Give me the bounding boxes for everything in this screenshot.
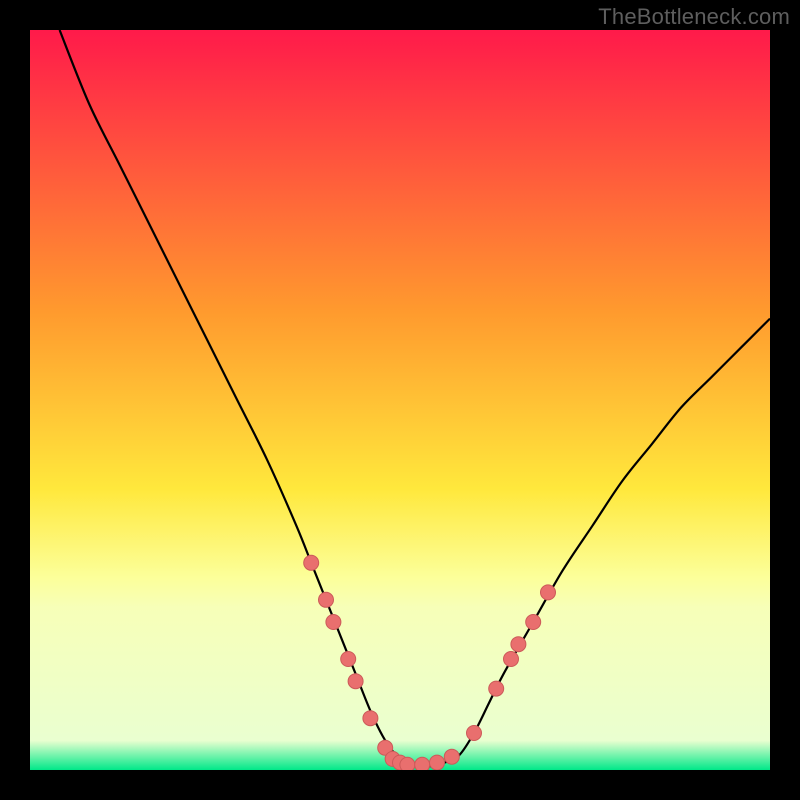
data-marker (511, 637, 526, 652)
data-marker (304, 555, 319, 570)
data-marker (348, 674, 363, 689)
watermark-text: TheBottleneck.com (598, 4, 790, 30)
data-marker (319, 592, 334, 607)
data-marker (444, 749, 459, 764)
bottleneck-chart (30, 30, 770, 770)
data-marker (467, 726, 482, 741)
data-marker (400, 757, 415, 770)
gradient-background (30, 30, 770, 770)
data-marker (341, 652, 356, 667)
data-marker (541, 585, 556, 600)
data-marker (504, 652, 519, 667)
data-marker (489, 681, 504, 696)
data-marker (415, 757, 430, 770)
data-marker (430, 755, 445, 770)
data-marker (526, 615, 541, 630)
chart-frame (30, 30, 770, 770)
data-marker (326, 615, 341, 630)
data-marker (363, 711, 378, 726)
